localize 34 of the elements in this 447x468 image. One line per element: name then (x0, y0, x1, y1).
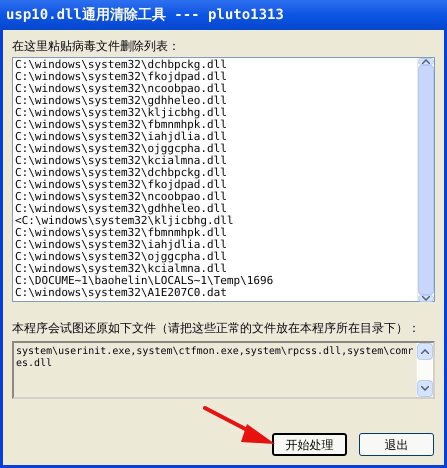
delete-list-label: 在这里粘贴病毒文件删除列表： (12, 38, 181, 54)
file-path-line: C:\windows\system32\ojggcpha.dll (15, 143, 227, 155)
file-path-line: C:\windows\system32\kcialmna.dll (15, 263, 227, 275)
file-path-line: C:\windows\system32\ncoobpao.dll (15, 191, 227, 203)
file-path-line: C:\windows\system32\kljicbhg.dll (15, 107, 227, 119)
file-path-line: C:\windows\system32\ojggcpha.dll (15, 251, 227, 263)
file-path-line: C:\DOCUME~1\baohelin\LOCALS~1\Temp\1696 (15, 275, 274, 287)
file-path-line: <C:\windows\system32\kljicbhg.dll (15, 215, 234, 227)
file-path-line: C:\windows\system32\fbmnmhpk.dll (15, 119, 227, 131)
file-path-line: C:\windows\system32\gdhheleo.dll (15, 203, 227, 215)
scroll-up-button[interactable] (417, 343, 433, 360)
scrollbar[interactable] (416, 343, 433, 397)
file-path-line: C:\windows\system32\A1E207C0.dat (15, 287, 227, 299)
file-path-line: C:\windows\system32\fbmnmhpk.dll (15, 227, 227, 239)
scroll-down-button[interactable] (418, 295, 434, 302)
file-path-line: C:\windows\system32\gdhheleo.dll (15, 95, 227, 107)
file-path-line: C:\windows\system32\iahjdlia.dll (15, 239, 227, 251)
file-path-line: C:\windows\system32\fkojdpad.dll (15, 179, 227, 191)
restore-list-label: 本程序会试图还原如下文件（请把这些正常的文件放在本程序所在目录下）： (12, 320, 421, 336)
window-title: usp10.dll通用清除工具 --- pluto1313 (6, 6, 284, 24)
file-path-line: C:\windows\system32\dchbpckg.dll (15, 167, 227, 179)
file-path-line: C:\windows\system32\kcialmna.dll (15, 155, 227, 167)
file-path-line: C:\windows\system32\fkojdpad.dll (15, 71, 227, 83)
scroll-down-button[interactable] (417, 380, 433, 397)
dialog-button[interactable]: 退出 (359, 433, 434, 456)
delete-list-field[interactable] (12, 57, 435, 302)
scroll-up-button[interactable] (418, 58, 434, 65)
pointer-arrow-drawing (203, 406, 275, 446)
file-path-line: C:\windows\system32\iahjdlia.dll (15, 131, 227, 143)
file-path-line: C:\windows\system32\dchbpckg.dll (15, 59, 227, 71)
restore-list-field[interactable]: system\userinit.exe,system\ctfmon.exe,system\rpcss.dll,system\comres.dll (12, 341, 435, 399)
file-list-text: system\userinit.exe,system\ctfmon.exe,system\rpcss.dll,system\comres.dll (16, 346, 414, 370)
dialog-button[interactable]: 开始处理 (272, 433, 347, 456)
file-path-line: C:\windows\system32\ncoobpao.dll (15, 83, 227, 95)
